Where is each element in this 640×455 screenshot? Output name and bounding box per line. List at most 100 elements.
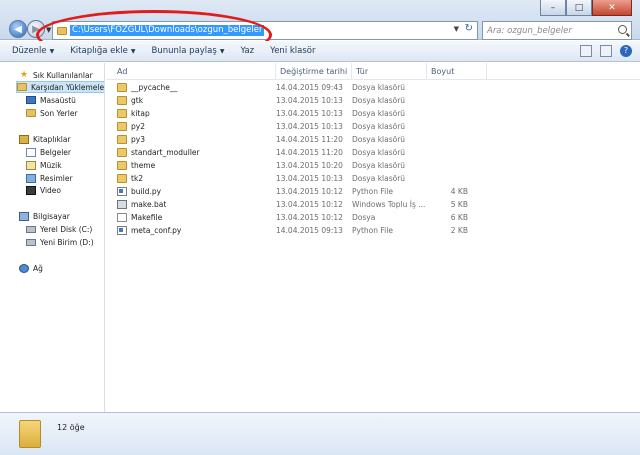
burn-button[interactable]: Yaz [240, 46, 254, 56]
refresh-icon[interactable]: ↻ [465, 23, 473, 34]
table-row[interactable]: gtk 13.04.2015 10:13 Dosya klasörü [106, 94, 640, 107]
file-name: Makefile [131, 213, 163, 222]
view-options-icon[interactable] [580, 45, 592, 57]
file-date: 13.04.2015 10:20 [276, 161, 343, 170]
file-date: 13.04.2015 10:13 [276, 122, 343, 131]
address-dropdown-icon[interactable]: ▼ [454, 25, 459, 33]
sidebar-item-computer[interactable]: Bilgisayar [19, 210, 70, 222]
sidebar-item-music[interactable]: Müzik [26, 159, 62, 171]
file-type: Dosya [352, 213, 376, 222]
address-bar[interactable]: C:\Users\FOZGUL\Downloads\ozgun_belgeler… [52, 21, 478, 40]
table-row[interactable]: py2 13.04.2015 10:13 Dosya klasörü [106, 120, 640, 133]
folder-icon [117, 148, 127, 157]
sidebar-item-new-volume-d[interactable]: Yeni Birim (D:) [26, 236, 94, 248]
sidebar-item-label: Bilgisayar [33, 211, 70, 221]
file-size: 2 KB [450, 226, 468, 235]
details-pane: 12 öğe [0, 412, 640, 455]
file-type: Python File [352, 187, 393, 196]
sidebar-item-downloads[interactable]: Karşıdan Yüklemeler [16, 81, 104, 93]
sidebar-item-desktop[interactable]: Masaüstü [26, 94, 76, 106]
maximize-button[interactable]: □ [566, 0, 592, 16]
sidebar-item-favorites[interactable]: ★ Sık Kullanılanlar [19, 69, 93, 81]
file-name: standart_moduller [131, 148, 200, 157]
file-type: Dosya klasörü [352, 96, 406, 105]
sidebar-item-pictures[interactable]: Resimler [26, 172, 73, 184]
sidebar-item-label: Yeni Birim (D:) [40, 237, 94, 247]
folder-icon [117, 135, 127, 144]
file-type: Python File [352, 226, 393, 235]
forward-button[interactable]: ▶ [27, 20, 45, 38]
chevron-down-icon: ▼ [130, 48, 136, 55]
file-name: gtk [131, 96, 144, 105]
new-folder-button[interactable]: Yeni klasör [270, 46, 315, 56]
file-name: tk2 [131, 174, 144, 183]
table-row[interactable]: Makefile 13.04.2015 10:12 Dosya 6 KB [106, 211, 640, 224]
music-icon [26, 160, 36, 170]
table-row[interactable]: tk2 13.04.2015 10:13 Dosya klasörü [106, 172, 640, 185]
folder-icon [117, 83, 127, 92]
sidebar-item-video[interactable]: Video [26, 184, 61, 196]
close-button[interactable]: ✕ [592, 0, 632, 16]
column-header-size[interactable]: Boyut [427, 63, 487, 79]
table-row[interactable]: make.bat 13.04.2015 10:12 Windows Toplu … [106, 198, 640, 211]
table-row[interactable]: theme 13.04.2015 10:20 Dosya klasörü [106, 159, 640, 172]
file-date: 13.04.2015 10:13 [276, 174, 343, 183]
column-header-date[interactable]: Değiştirme tarihi [276, 63, 352, 79]
file-name: make.bat [131, 200, 167, 209]
computer-icon [19, 211, 29, 221]
file-size: 6 KB [450, 213, 468, 222]
table-row[interactable]: kitap 13.04.2015 10:13 Dosya klasörü [106, 107, 640, 120]
file-date: 14.04.2015 09:43 [276, 83, 343, 92]
sidebar-item-label: Kitaplıklar [33, 134, 71, 144]
file-icon [117, 213, 127, 222]
minimize-button[interactable]: – [540, 0, 566, 16]
sidebar-item-label: Son Yerler [40, 108, 78, 118]
help-icon[interactable]: ? [620, 45, 632, 57]
file-type: Dosya klasörü [352, 161, 406, 170]
search-icon[interactable] [618, 25, 627, 34]
table-row[interactable]: build.py 13.04.2015 10:12 Python File 4 … [106, 185, 640, 198]
sidebar-item-documents[interactable]: Belgeler [26, 146, 71, 158]
address-path[interactable]: C:\Users\FOZGUL\Downloads\ozgun_belgeler [70, 25, 265, 36]
sidebar-item-label: Ağ [33, 263, 43, 273]
file-name: theme [131, 161, 156, 170]
file-type: Dosya klasörü [352, 122, 406, 131]
organize-menu[interactable]: Düzenle ▼ [12, 46, 54, 56]
file-type: Dosya klasörü [352, 109, 406, 118]
column-header-type[interactable]: Tür [352, 63, 427, 79]
preview-pane-icon[interactable] [600, 45, 612, 57]
sidebar-item-local-disk-c[interactable]: Yerel Disk (C:) [26, 223, 92, 235]
include-in-library-menu[interactable]: Kitaplığa ekle ▼ [70, 46, 135, 56]
sidebar-item-network[interactable]: Ağ [19, 262, 43, 274]
sidebar-item-libraries[interactable]: Kitaplıklar [19, 133, 71, 145]
table-row[interactable]: __pycache__ 14.04.2015 09:43 Dosya klasö… [106, 81, 640, 94]
table-row[interactable]: py3 14.04.2015 11:20 Dosya klasörü [106, 133, 640, 146]
file-date: 13.04.2015 10:13 [276, 96, 343, 105]
search-input[interactable]: Ara: ozgun_belgeler [482, 21, 632, 40]
column-header-name[interactable]: Ad [113, 63, 276, 79]
file-type: Dosya klasörü [352, 83, 406, 92]
downloads-folder-icon [17, 83, 27, 91]
file-size [422, 133, 468, 146]
sidebar-item-label: Sık Kullanılanlar [33, 70, 93, 80]
file-list: Ad Değiştirme tarihi Tür Boyut __pycache… [106, 63, 640, 412]
chevron-down-icon: ▼ [49, 48, 55, 55]
command-toolbar: Düzenle ▼ Kitaplığa ekle ▼ Bununla paylaş ▼… [0, 41, 640, 62]
file-name: build.py [131, 187, 162, 196]
table-row[interactable]: meta_conf.py 14.04.2015 09:13 Python Fil… [106, 224, 640, 237]
sidebar-item-recent-places[interactable]: Son Yerler [26, 107, 78, 119]
share-with-label: Bununla paylaş [151, 46, 217, 56]
folder-icon [117, 161, 127, 170]
folder-icon [57, 26, 67, 35]
file-size [422, 120, 468, 133]
back-button[interactable]: ◀ [9, 20, 27, 38]
header-divider [106, 79, 640, 80]
include-in-library-label: Kitaplığa ekle [70, 46, 128, 56]
network-icon [19, 263, 29, 273]
folder-icon [117, 109, 127, 118]
sidebar-item-label: Masaüstü [40, 95, 76, 105]
share-with-menu[interactable]: Bununla paylaş ▼ [152, 46, 225, 56]
table-row[interactable]: standart_moduller 14.04.2015 11:20 Dosya… [106, 146, 640, 159]
recent-pages-dropdown[interactable]: ▼ [46, 26, 51, 34]
file-type: Dosya klasörü [352, 174, 406, 183]
